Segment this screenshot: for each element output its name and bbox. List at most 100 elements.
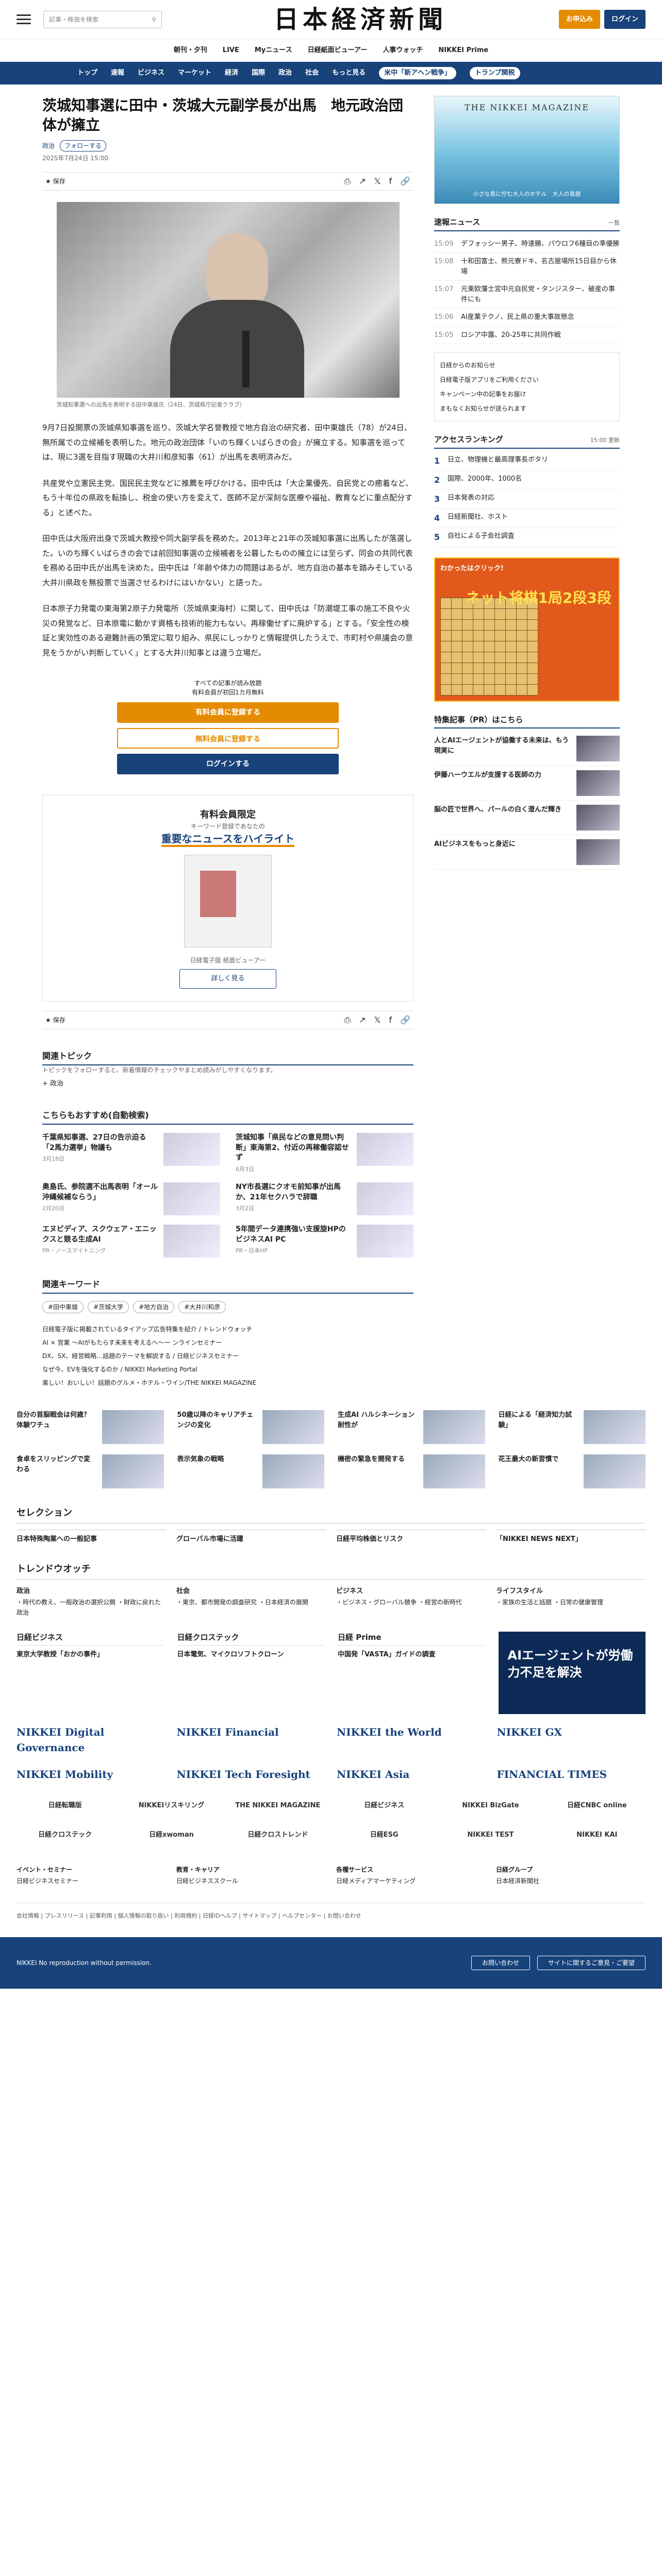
section-tab[interactable]: マーケット: [178, 68, 211, 78]
x-icon[interactable]: 𝕏: [374, 175, 381, 188]
media-column[interactable]: 日経クロステック 日本電気、マイクロソフトクローン: [177, 1632, 324, 1714]
brand-link[interactable]: NIKKEI Tech Foresight: [177, 1767, 326, 1782]
pr-item[interactable]: AIビジネスをもっと身近に: [434, 835, 620, 870]
topic-tab[interactable]: 米中「新アヘン戦争」: [379, 67, 456, 79]
login-button[interactable]: ログイン: [604, 9, 646, 29]
shogi-banner[interactable]: わかったはクリック! ネット将棋1局2段3段: [434, 557, 620, 702]
service-logo[interactable]: 日経クロステック: [16, 1827, 113, 1843]
news-item[interactable]: 15:05 ロシア中露、20-25年に共同作戦: [434, 327, 620, 344]
register-free-button[interactable]: 無料会員に登録する: [117, 728, 339, 749]
ranking-item[interactable]: 2 国際、2000年、1000名: [434, 471, 620, 490]
section-tab[interactable]: もっと見る: [332, 68, 366, 78]
subscribe-button[interactable]: お申込み: [558, 9, 600, 29]
nav-item[interactable]: NIKKEI Prime: [438, 45, 488, 56]
promo-more-button[interactable]: 詳しく見る: [179, 969, 276, 989]
section-tab[interactable]: トップ: [77, 68, 97, 78]
news-item[interactable]: 15:06 AI産業テクノ、民上県の重大事故懸念: [434, 309, 620, 327]
pr-link[interactable]: なぜ今、EVを強化するのか / NIKKEI Marketing Portal: [42, 1363, 413, 1376]
print-icon[interactable]: ⎙: [344, 175, 351, 188]
notice-item[interactable]: 日経電子版アプリをご利用ください: [440, 372, 614, 387]
trend-column[interactable]: 政治 ・時代の教え、一般政治の選択公開 ・財政に戻れた政治: [16, 1586, 166, 1618]
media-column[interactable]: 日経ビジネス 東京大学教授「おかの事件」: [16, 1632, 164, 1714]
section-tab[interactable]: 社会: [305, 68, 319, 78]
share-icon[interactable]: ↗: [359, 1014, 366, 1026]
notice-item[interactable]: キャンペーン中の記事をお届け: [440, 387, 614, 401]
card-item[interactable]: 機密の緊急を開発する: [338, 1454, 485, 1489]
facebook-icon[interactable]: f: [389, 1014, 392, 1026]
rec-item[interactable]: 茨城知事「県民などの意見問い判断」東海第2、付近の再稼働容認せず 6月3日: [236, 1133, 413, 1173]
section-tab[interactable]: 政治: [278, 68, 292, 78]
pr-item[interactable]: 伊藤ハーウエルが支援する医師の力: [434, 766, 620, 801]
ranking-item[interactable]: 4 日経新聞社、ホスト: [434, 509, 620, 528]
menu-icon[interactable]: [16, 14, 31, 24]
keyword-tag[interactable]: #茨城大学: [88, 1301, 129, 1314]
card-item[interactable]: 生成AI ハルシネーション耐性が: [338, 1410, 485, 1445]
search-icon[interactable]: ⚲: [152, 15, 156, 24]
nav-item[interactable]: 日経紙面ビューアー: [308, 45, 368, 56]
rec-item[interactable]: エヌビディア、スクウェア・エニックスと競る生成AI PR・ノースマイトニング: [42, 1225, 220, 1258]
brand-link[interactable]: NIKKEI the World: [337, 1724, 486, 1755]
card-item[interactable]: 花王最大の新習慣で: [499, 1454, 646, 1489]
save-button[interactable]: ★ 保存: [45, 1015, 65, 1025]
magazine-banner[interactable]: THE NIKKEI MAGAZINE 小さな島に佇む大人のホテル 大人の島旅: [434, 96, 620, 204]
selection-item[interactable]: 「NIKKEI NEWS NEXT」: [496, 1530, 646, 1545]
print-icon[interactable]: ⎙: [344, 1014, 351, 1026]
paywall-login-button[interactable]: ログインする: [117, 754, 339, 775]
card-item[interactable]: 自分の首脳戦会は何歳？ 体験ワチュ: [16, 1410, 164, 1445]
rec-item[interactable]: NY市長選にクオモ前知事が出馬か、21年セクハラで辞職 3月2日: [236, 1182, 413, 1216]
card-item[interactable]: 表示気象の戦略: [177, 1454, 324, 1489]
brand-link[interactable]: NIKKEI Digital Governance: [16, 1724, 166, 1755]
contact-button[interactable]: お問い合わせ: [471, 1956, 531, 1971]
pr-link[interactable]: 日経電子版に掲載されているタイアップ広告特集を紹介 / トレンドウォッチ: [42, 1323, 413, 1336]
pr-link[interactable]: AI × 営業 〜AIがもたらす未来を考えるヘ〜ー ンラインセミナー: [42, 1336, 413, 1349]
notice-item[interactable]: 日経からのお知らせ: [440, 358, 614, 372]
copy-link-icon[interactable]: 🔗: [400, 1014, 410, 1026]
x-icon[interactable]: 𝕏: [374, 1014, 381, 1026]
section-tab[interactable]: 経済: [225, 68, 238, 78]
selection-item[interactable]: グローバル市場に活躍: [176, 1530, 326, 1545]
trend-column[interactable]: ビジネス ・ビジネス・グローバル競争 ・経営の新時代: [336, 1586, 486, 1618]
save-button[interactable]: ★ 保存: [45, 177, 65, 186]
footer-links[interactable]: 会社情報 | プレスリリース | 記事利用 | 個人情報の取り扱い | 利用規約…: [16, 1903, 646, 1922]
trend-column[interactable]: ライフスタイル ・家族の生活と話題 ・日常の健康管理: [496, 1586, 646, 1618]
brand-link[interactable]: NIKKEI Financial: [177, 1724, 326, 1755]
copy-link-icon[interactable]: 🔗: [400, 175, 410, 188]
follow-button[interactable]: フォローする: [60, 140, 107, 151]
nav-item[interactable]: 朝刊・夕刊: [174, 45, 207, 56]
trend-column[interactable]: 社会 ・東京、都市開発の調査研究 ・日本経済の展開: [176, 1586, 326, 1618]
service-logo[interactable]: NIKKEI KAI: [549, 1827, 646, 1843]
footer-nav-column[interactable]: 日経グループ 日本経済新聞社: [496, 1864, 646, 1888]
share-icon[interactable]: ↗: [359, 175, 366, 188]
article-tag[interactable]: 政治: [42, 141, 55, 150]
register-paid-button[interactable]: 有料会員に登録する: [117, 702, 339, 723]
brand-link[interactable]: NIKKEI Mobility: [16, 1767, 166, 1782]
selection-item[interactable]: 日本特殊陶業への一般記事: [16, 1530, 166, 1545]
footer-nav-column[interactable]: 教育・キャリア 日経ビジネススクール: [176, 1864, 326, 1888]
pr-item[interactable]: 脳の匠で世界へ、パールの白く澄んだ輝き: [434, 801, 620, 835]
brand-link[interactable]: FINANCIAL TIMES: [497, 1767, 646, 1782]
facebook-icon[interactable]: f: [389, 175, 392, 188]
nav-item[interactable]: Myニュース: [255, 45, 292, 56]
card-item[interactable]: 日経による「経済知力試験」: [499, 1410, 646, 1445]
brand-link[interactable]: NIKKEI Asia: [337, 1767, 486, 1782]
ai-banner[interactable]: AIエージェントが労働力不足を解決: [498, 1631, 646, 1714]
selection-item[interactable]: 日経平均株価とリスク: [336, 1530, 486, 1545]
keyword-tag[interactable]: #大井川和彦: [178, 1301, 226, 1314]
news-item[interactable]: 15:08 十和田富士、熊元寮ドキ、名古屋場所15日目から休場: [434, 253, 620, 281]
section-tab[interactable]: 速報: [111, 68, 124, 78]
footer-nav-column[interactable]: イベント・セミナー 日経ビジネスセミナー: [16, 1864, 166, 1888]
more-link[interactable]: 一覧: [608, 219, 620, 228]
search-input[interactable]: 記事・株価を検索 ⚲: [43, 10, 162, 28]
service-logo[interactable]: 日経CNBC online: [549, 1798, 646, 1814]
feedback-button[interactable]: サイトに関するご意見・ご要望: [537, 1956, 646, 1971]
notice-item[interactable]: まもなくお知らせが送られます: [440, 401, 614, 416]
service-logo[interactable]: 日経xwoman: [123, 1827, 220, 1843]
topic-follow[interactable]: + 政治: [42, 1080, 63, 1088]
rec-item[interactable]: 5年間データ連携強い支援旋HPのビジネスAI PC PR・日本HP: [236, 1225, 413, 1258]
rec-item[interactable]: 千葉県知事選、27日の告示迫る「2馬力選挙」物議も 3月18日: [42, 1133, 220, 1173]
pr-item[interactable]: 人とAIエージェントが協働する未来は、もう現実に: [434, 732, 620, 766]
service-logo[interactable]: NIKKEIリスキリング: [123, 1798, 220, 1814]
service-logo[interactable]: 日経クロストレンド: [229, 1827, 326, 1843]
rec-item[interactable]: 奥島氏、参院選不出馬表明「オール沖縄候補ならう」 2月20日: [42, 1182, 220, 1216]
ranking-item[interactable]: 5 自社による子会社調査: [434, 528, 620, 547]
